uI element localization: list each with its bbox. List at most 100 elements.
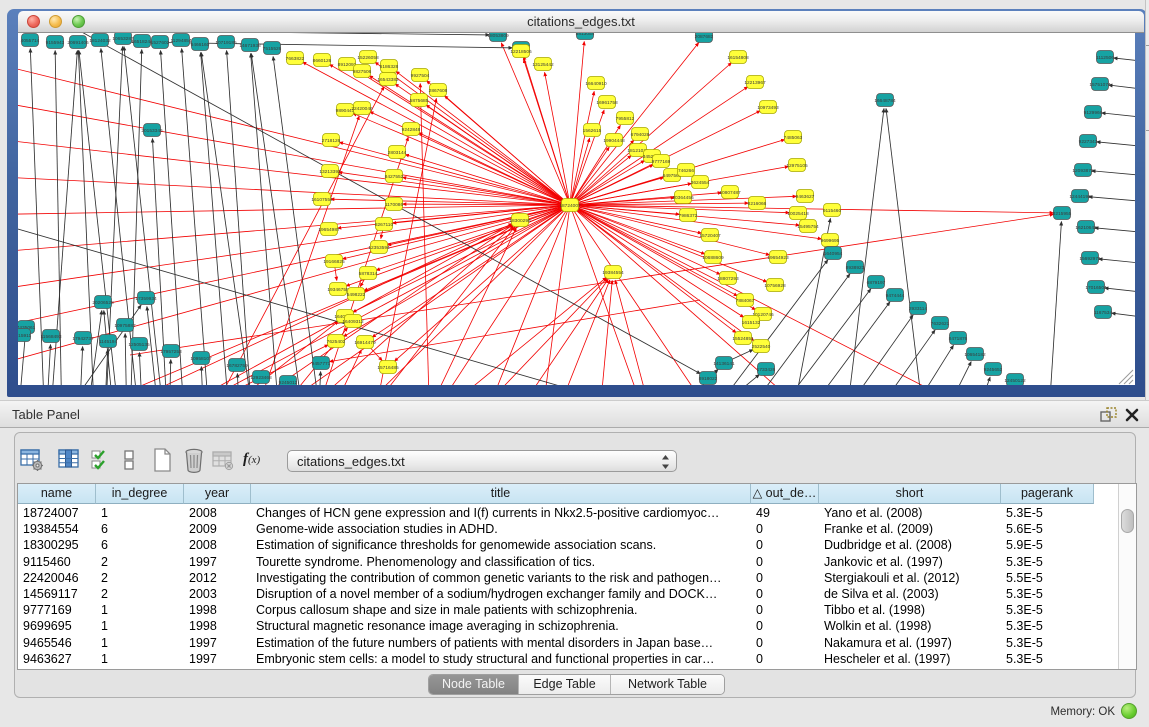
graph-node[interactable]: 1112506	[1096, 51, 1114, 64]
graph-node[interactable]: 5875685	[410, 94, 429, 107]
graph-node[interactable]: 15716485	[377, 361, 399, 374]
graph-node[interactable]: 4055714	[21, 34, 40, 47]
graph-node[interactable]: 2718126	[322, 134, 341, 147]
graph-node[interactable]: 6466160	[191, 38, 210, 51]
graph-node[interactable]: 15524851	[732, 332, 754, 345]
graph-node[interactable]: 20153346	[141, 124, 163, 137]
graph-node[interactable]: 9129966	[1084, 106, 1103, 119]
graph-node[interactable]: 10958107	[190, 352, 212, 365]
tab-network-table[interactable]: Network Table	[611, 675, 724, 694]
column-header-short[interactable]: short	[819, 484, 1001, 504]
graph-node[interactable]: 3624554	[691, 176, 710, 189]
graph-node[interactable]: 12923468	[250, 371, 272, 384]
vertical-scrollbar[interactable]	[1118, 484, 1136, 669]
graph-node[interactable]: 5498222	[347, 288, 366, 301]
graph-node[interactable]: 15226058	[357, 51, 379, 64]
graph-node[interactable]: 7625402	[327, 335, 346, 348]
graph-node[interactable]: 9927504	[411, 69, 430, 82]
table-row[interactable]: 969969511998Structural magnetic resonanc…	[18, 618, 1118, 634]
float-panel-icon[interactable]	[1100, 407, 1117, 423]
graph-node[interactable]: 16107554	[311, 193, 333, 206]
column-header-indegree[interactable]: in_degree	[96, 484, 184, 504]
graph-node[interactable]: 20206528	[92, 296, 114, 309]
graph-node[interactable]: 8427552	[385, 170, 404, 183]
graph-node[interactable]: 10654182	[964, 348, 986, 361]
graph-node[interactable]: 1527602	[151, 36, 170, 49]
graph-node[interactable]: 16961758	[596, 96, 618, 109]
graph-node[interactable]: 12450122	[1004, 374, 1026, 386]
column-header-outde[interactable]: △ out_de…	[751, 484, 819, 504]
graph-node[interactable]: 1562615	[583, 124, 602, 137]
graph-node[interactable]: 8813054	[576, 33, 595, 40]
graph-node[interactable]: 19904448	[603, 134, 625, 147]
graph-node[interactable]: 2522540	[752, 340, 771, 353]
select-rows-icon[interactable]	[90, 446, 114, 474]
graph-node[interactable]: 7663822	[286, 52, 305, 65]
graph-node[interactable]: 16914479	[354, 336, 376, 349]
graph-node[interactable]: 19166825	[323, 255, 345, 268]
graph-node[interactable]: 3915911	[18, 329, 31, 342]
graph-node[interactable]: 7515526	[263, 42, 282, 55]
table-row[interactable]: 977716911998Corpus callosum shape and si…	[18, 602, 1118, 618]
graph-node[interactable]: 7485063	[784, 131, 803, 144]
graph-node[interactable]: 9699695	[821, 234, 840, 247]
graph-node[interactable]: 15720407	[699, 229, 721, 242]
graph-node[interactable]: 6186328	[380, 60, 399, 73]
scrollbar-thumb[interactable]	[1121, 509, 1134, 533]
graph-node[interactable]: 9227343	[1079, 135, 1098, 148]
graph-node[interactable]: 8660126	[313, 54, 332, 67]
graph-node[interactable]: 13125442	[532, 58, 554, 71]
graph-node[interactable]: 12218506	[510, 45, 532, 58]
graph-node[interactable]: 10807487	[719, 186, 741, 199]
graph-node[interactable]: 13213392	[319, 165, 341, 178]
graph-node[interactable]: 7986372	[679, 209, 698, 222]
graph-node[interactable]: 22420046	[351, 102, 373, 115]
table-select-dropdown[interactable]: citations_edges.txt	[287, 450, 677, 472]
graph-node[interactable]: 1167534	[1094, 306, 1113, 319]
graph-node[interactable]: 746266	[678, 164, 695, 177]
table-row[interactable]: 946362711997Embryonic stem cells: a mode…	[18, 651, 1118, 667]
graph-node[interactable]: 18724007	[559, 199, 581, 212]
graph-node[interactable]: 1145194	[99, 335, 118, 348]
graph-node[interactable]: 10688609	[702, 251, 724, 264]
table-settings-icon[interactable]	[20, 446, 44, 474]
graph-node[interactable]: 16648784	[874, 94, 896, 107]
graph-node[interactable]: 10975887	[114, 319, 136, 332]
graph-node[interactable]: 9115460	[823, 204, 842, 217]
graph-node[interactable]: 18124032	[89, 34, 111, 47]
graph-node[interactable]: 10719185	[215, 36, 237, 49]
import-table-disabled-icon[interactable]	[211, 446, 235, 474]
function-builder-icon[interactable]: f(x)	[243, 446, 271, 474]
graph-node[interactable]: 1640954	[824, 247, 843, 260]
graph-node[interactable]: 17957253	[160, 345, 182, 358]
graph-node[interactable]: 8918022	[699, 372, 718, 385]
table-row[interactable]: 911546021997Tourette syndrome. Phenomeno…	[18, 554, 1118, 570]
table-row[interactable]: 1938455462009Genome-wide association stu…	[18, 521, 1118, 537]
graph-node[interactable]: 15692971	[1079, 252, 1101, 265]
graph-node[interactable]: 8216066	[748, 197, 767, 210]
graph-node[interactable]: 10973493	[757, 101, 779, 114]
tab-edge-table[interactable]: Edge Table	[519, 675, 611, 694]
graph-node[interactable]: 12213967	[744, 76, 766, 89]
graph-node[interactable]: 16409312	[342, 315, 364, 328]
graph-node[interactable]: 9463627	[796, 190, 815, 203]
delete-table-icon[interactable]	[183, 446, 207, 474]
graph-node[interactable]: 9827506	[353, 65, 372, 78]
graph-node[interactable]: 9245652	[984, 363, 1003, 376]
graph-node[interactable]: 6879197	[867, 276, 886, 289]
graph-node[interactable]: 17359934	[135, 292, 157, 305]
resize-grip-icon[interactable]	[1119, 370, 1133, 384]
graph-node[interactable]: 1733426	[757, 363, 776, 376]
table-row[interactable]: 1456911722003Disruption of a novel membe…	[18, 586, 1118, 602]
right-splitter[interactable]	[1145, 0, 1149, 400]
graph-node[interactable]: 18807293	[717, 272, 739, 285]
graph-node[interactable]: 19654987	[318, 223, 340, 236]
table-row[interactable]: 2242004622012Investigating the contribut…	[18, 570, 1118, 586]
graph-node[interactable]: 8215955	[1053, 207, 1072, 220]
close-panel-icon[interactable]	[1124, 407, 1140, 423]
graph-node[interactable]: 11294854	[171, 34, 192, 47]
graph-node[interactable]: 2933114	[909, 302, 928, 315]
table-row[interactable]: 1872400712008Changes of HCN gene express…	[18, 505, 1118, 521]
graph-node[interactable]: 17942737	[72, 332, 94, 345]
column-header-year[interactable]: year	[184, 484, 251, 504]
